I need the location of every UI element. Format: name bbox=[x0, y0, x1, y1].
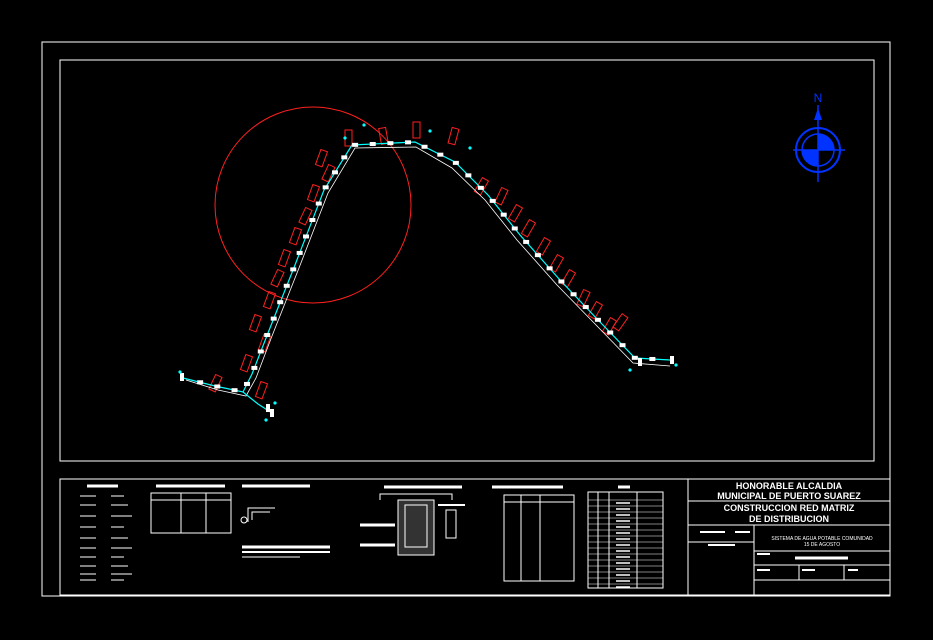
pipe-nodes bbox=[178, 123, 678, 422]
title-line-4: DE DISTRIBUCION bbox=[749, 514, 829, 524]
connection-detail bbox=[240, 484, 330, 558]
pipe-node bbox=[309, 218, 316, 223]
lot-outline bbox=[447, 126, 460, 146]
lot-outline bbox=[262, 290, 277, 310]
lot-outline bbox=[239, 353, 254, 373]
pipe-node bbox=[421, 144, 428, 149]
pipe-node bbox=[619, 343, 626, 348]
lot-outline bbox=[587, 300, 604, 320]
pipe-node bbox=[477, 185, 484, 190]
detail-circle bbox=[214, 106, 412, 304]
lot-outline bbox=[254, 380, 269, 400]
pipe-node bbox=[489, 198, 496, 203]
title-line-1: HONORABLE ALCALDIA bbox=[736, 481, 843, 491]
pipe-node bbox=[214, 384, 221, 389]
cad-drawing: N HONORABLE ALCALDIA MUNICIPAL DE PUERTO… bbox=[41, 41, 891, 597]
hydrant-marker bbox=[628, 368, 632, 372]
lot-outline bbox=[314, 148, 329, 168]
pipe-node bbox=[437, 152, 444, 157]
pipe-node bbox=[264, 333, 271, 338]
lot-outline bbox=[298, 206, 313, 226]
lot-outline bbox=[378, 126, 389, 145]
title-line-2: MUNICIPAL DE PUERTO SUAREZ bbox=[717, 491, 861, 501]
pipe-node bbox=[352, 142, 359, 147]
pipe-end bbox=[670, 356, 674, 364]
hydrant-marker bbox=[273, 401, 277, 405]
pipe-node bbox=[197, 380, 204, 385]
pipe-node bbox=[369, 142, 376, 147]
pipe-node bbox=[283, 283, 290, 288]
north-arrow: N bbox=[793, 91, 845, 182]
pipe-node bbox=[341, 155, 348, 160]
lot-outline bbox=[306, 183, 321, 203]
pipe-end bbox=[266, 404, 270, 412]
pipe-line-west bbox=[182, 141, 671, 393]
pipe-node bbox=[405, 140, 412, 145]
lot-outline bbox=[412, 121, 421, 139]
pipe-node bbox=[387, 141, 394, 146]
north-label: N bbox=[814, 91, 823, 105]
pipe-node bbox=[465, 173, 472, 178]
pipe-node bbox=[582, 305, 589, 310]
pipe-node bbox=[303, 234, 310, 239]
pipe-node bbox=[607, 330, 614, 335]
lot-outline bbox=[270, 268, 285, 288]
pipe-node bbox=[270, 316, 277, 321]
pipe-end bbox=[270, 409, 274, 417]
pipe-node bbox=[251, 365, 258, 370]
lot-outline bbox=[507, 203, 524, 223]
pipe-node bbox=[523, 239, 530, 244]
pipe-table bbox=[150, 484, 232, 534]
pipe-node bbox=[534, 253, 541, 258]
drawing-frame bbox=[59, 59, 875, 462]
hydrant-marker bbox=[178, 370, 182, 374]
pipe-node bbox=[631, 355, 638, 360]
pipe-node bbox=[511, 226, 518, 231]
pipe-node bbox=[594, 317, 601, 322]
lot-outline bbox=[494, 186, 509, 206]
pipe-node bbox=[296, 250, 303, 255]
pipe-node bbox=[315, 201, 322, 206]
hydrant-marker bbox=[362, 123, 366, 127]
symbol-legend bbox=[80, 484, 132, 581]
pipe-node bbox=[277, 300, 284, 305]
lot-outline bbox=[288, 226, 303, 246]
water-main-pipeline bbox=[178, 123, 678, 422]
hydrant-marker bbox=[468, 146, 472, 150]
lot-outlines bbox=[208, 121, 629, 400]
hydrant-marker bbox=[343, 136, 347, 140]
pipe-node bbox=[649, 356, 656, 361]
pipe-node bbox=[570, 292, 577, 297]
hydrant-marker bbox=[674, 363, 678, 367]
node-table bbox=[587, 485, 664, 589]
hydrant-marker bbox=[264, 418, 268, 422]
title-line-3: CONSTRUCCION RED MATRIZ bbox=[724, 503, 855, 513]
pipe-node bbox=[322, 185, 329, 190]
pipe-node bbox=[244, 381, 251, 386]
pipe-node bbox=[331, 170, 338, 175]
lot-outline bbox=[248, 313, 263, 333]
pipe-node bbox=[500, 212, 507, 217]
pipe-node bbox=[231, 388, 238, 393]
pipe-node bbox=[452, 160, 459, 165]
lot-outline bbox=[520, 218, 537, 238]
pipe-end bbox=[180, 373, 184, 381]
pipe-node bbox=[257, 349, 264, 354]
lot-outline bbox=[277, 248, 292, 268]
hydrant-marker bbox=[428, 129, 432, 133]
valve-box-detail bbox=[360, 485, 465, 556]
lot-outline bbox=[535, 236, 552, 256]
pipe-node bbox=[290, 267, 297, 272]
pipe-end bbox=[638, 358, 642, 366]
accessories-table bbox=[492, 485, 575, 582]
project-line-2: 15 DE AGOSTO bbox=[804, 542, 840, 548]
pipe-node bbox=[546, 266, 553, 271]
pipe-node bbox=[558, 279, 565, 284]
